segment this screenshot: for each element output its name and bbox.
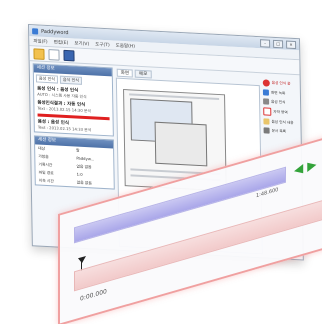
menu-view[interactable]: 보기(V) [74, 40, 89, 47]
right-item[interactable]: 음성 인식 내용 [263, 118, 297, 126]
timeline-nav: ◀ ▶ [294, 157, 316, 178]
rect-icon [263, 107, 272, 116]
record-icon [262, 89, 269, 96]
back-arrow-icon[interactable]: ◀ [294, 161, 303, 178]
minimize-button[interactable]: – [260, 38, 271, 48]
right-item-label: 자막 영역 [273, 109, 288, 115]
right-item-label: 음성 인식 내용 [271, 119, 294, 125]
right-item[interactable]: 화면 녹화 [262, 89, 297, 97]
open-folder-icon[interactable] [33, 47, 45, 60]
doc-icon [263, 118, 270, 125]
session-panel: 세션 정보 음성 인식 음식 인식 음성 인식 : 음성 인식 AUTO : 시… [32, 63, 114, 137]
close-button[interactable]: × [286, 40, 297, 49]
status-row: 음성 인식 중 [262, 79, 297, 88]
status-badge: 음성 인식 중 [271, 80, 291, 86]
save-icon[interactable] [63, 49, 75, 61]
new-page-icon[interactable] [48, 48, 60, 61]
info-key: 지속 시간 [38, 177, 54, 184]
thumb-dialog [154, 121, 208, 167]
record-icon[interactable] [262, 79, 270, 87]
playhead-marker[interactable] [78, 255, 86, 265]
list-item[interactable]: 음성 : 음성 인식 Text : 2013.02.15 14:33 분석 [35, 117, 113, 135]
tag-icon [263, 127, 270, 134]
mic-icon [263, 98, 270, 105]
menu-file[interactable]: 파일(F) [33, 38, 47, 45]
info-value: 없음 없음 [76, 179, 92, 186]
forward-arrow-icon[interactable]: ▶ [307, 157, 316, 174]
right-item[interactable]: 문서 목록 [263, 127, 298, 135]
right-item[interactable]: 음성 인식 [263, 98, 297, 106]
right-item-label: 화면 녹화 [270, 90, 286, 96]
tab-memo[interactable]: 메모 [134, 69, 152, 79]
right-item-label: 음성 인식 [271, 99, 286, 105]
tab-voice[interactable]: 음성 인식 [35, 74, 59, 84]
timeline-start-time: 0:00.000 [80, 287, 107, 303]
timeline-lower-track[interactable] [74, 196, 322, 292]
right-item-label: 문서 목록 [271, 128, 287, 134]
menu-edit[interactable]: 편집(E) [54, 39, 69, 46]
menu-tools[interactable]: 도구(T) [95, 41, 110, 48]
tab-food[interactable]: 음식 인식 [59, 75, 83, 85]
screenshot-stage: Paddyword – □ × 파일(F) 편집(E) 보기(V) 도구(T) … [0, 0, 322, 324]
tab-screen[interactable]: 화면 [116, 68, 134, 78]
app-icon [32, 27, 39, 35]
maximize-button[interactable]: □ [273, 39, 284, 48]
menu-help[interactable]: 도움말(H) [116, 42, 135, 49]
right-item[interactable]: 자막 영역 [263, 107, 297, 117]
info-panel: 세션 정보 대상 말 가청음 Paddyw... 기록시간 없음 없음 파일 경… [33, 135, 115, 190]
